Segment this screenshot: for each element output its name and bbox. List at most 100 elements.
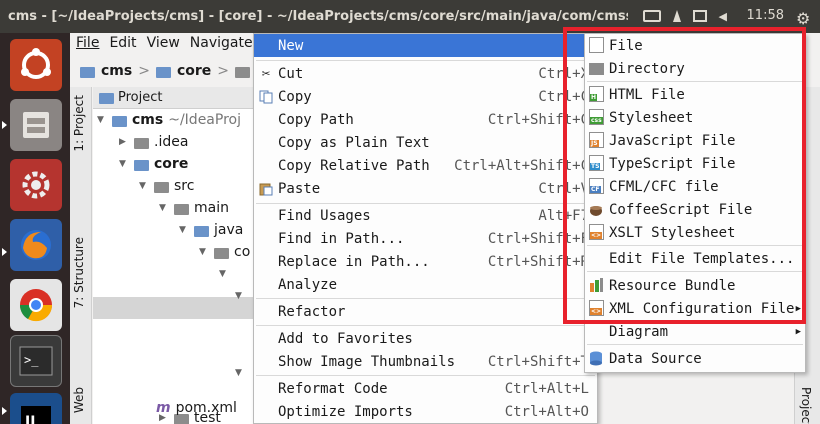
submenu-item-directory[interactable]: Directory — [585, 57, 805, 80]
menu-item-label: JavaScript File — [609, 132, 736, 149]
submenu-arrow-icon: ▶ — [795, 326, 801, 337]
submenu-item-html[interactable]: H HTML File — [585, 83, 805, 106]
html-file-icon: H — [589, 86, 604, 102]
tab-project[interactable]: 1: Project — [72, 95, 86, 152]
submenu-item-resource-bundle[interactable]: Resource Bundle — [585, 274, 805, 297]
tree-item[interactable]: m pom.xml — [156, 397, 237, 419]
menu-item-image-thumbnails[interactable]: Show Image Thumbnails Ctrl+Shift+T — [254, 350, 597, 373]
keyboard-icon[interactable] — [642, 9, 661, 22]
submenu-item-data-source[interactable]: Data Source — [585, 347, 805, 370]
tree-item[interactable]: ▼ — [219, 263, 229, 285]
ubuntu-icon[interactable] — [10, 39, 62, 91]
menu-item-copy-relative[interactable]: Copy Relative Path Ctrl+Alt+Shift+C — [254, 154, 597, 177]
submenu-item-coffeescript[interactable]: CoffeeScript File — [585, 198, 805, 221]
module-folder-icon — [134, 159, 149, 171]
tab-structure[interactable]: 7: Structure — [72, 237, 86, 308]
terminal-icon[interactable]: >_ — [10, 335, 62, 387]
menu-item-label: Add to Favorites — [278, 330, 413, 347]
menu-item-replace-in-path[interactable]: Replace in Path... Ctrl+Shift+R — [254, 250, 597, 273]
menu-item-copy[interactable]: Copy Ctrl+C — [254, 85, 597, 108]
expanded-arrow-icon: ▼ — [159, 203, 166, 213]
menu-item-copy-path[interactable]: Copy Path Ctrl+Shift+C — [254, 108, 597, 131]
submenu-item-file[interactable]: File — [585, 34, 805, 57]
tree-item[interactable]: ▼ src — [139, 175, 194, 197]
shortcut: Ctrl+Shift+F — [487, 230, 589, 247]
submenu-item-stylesheet[interactable]: css Stylesheet — [585, 106, 805, 129]
submenu-item-edit-templates[interactable]: Edit File Templates... — [585, 247, 805, 270]
menu-item-label: Find Usages — [278, 207, 371, 224]
folder-icon — [134, 137, 149, 149]
submenu-item-typescript[interactable]: TS TypeScript File — [585, 152, 805, 175]
power-gear-icon[interactable] — [796, 9, 812, 23]
window-title: cms - [~/IdeaProjects/cms] - [core] - ~/… — [8, 9, 628, 24]
tree-item[interactable]: ▼ co — [199, 241, 250, 263]
left-tool-strip: 1: Project 7: Structure Web — [70, 87, 92, 424]
menu-item-label: Resource Bundle — [609, 277, 736, 294]
submenu-item-xml-config[interactable]: <> XML Configuration File ▶ — [585, 297, 805, 320]
tree-item[interactable]: ▼ — [235, 285, 245, 307]
xslt-file-icon: <> — [589, 224, 604, 240]
top-panel: cms - [~/IdeaProjects/cms] - [core] - ~/… — [0, 0, 820, 33]
shortcut: Ctrl+Alt+O — [504, 403, 589, 420]
menu-item-refactor[interactable]: Refactor — [254, 300, 597, 323]
menu-file[interactable]: File — [76, 35, 99, 55]
menu-item-copy-plain[interactable]: Copy as Plain Text — [254, 131, 597, 154]
tree-item[interactable]: ▼ core — [119, 153, 188, 175]
submenu-item-javascript[interactable]: JS JavaScript File — [585, 129, 805, 152]
separator — [256, 325, 595, 326]
separator — [256, 60, 595, 61]
submenu-item-xslt[interactable]: <> XSLT Stylesheet — [585, 221, 805, 244]
menu-item-cut[interactable]: ✂ Cut Ctrl+X — [254, 62, 597, 85]
expanded-arrow-icon: ▼ — [235, 368, 242, 378]
menu-item-paste[interactable]: Paste Ctrl+V — [254, 177, 597, 200]
expanded-arrow-icon: ▼ — [219, 269, 226, 279]
menu-item-add-favorites[interactable]: Add to Favorites — [254, 327, 597, 350]
menu-item-find-in-path[interactable]: Find in Path... Ctrl+Shift+F — [254, 227, 597, 250]
tree-item[interactable]: ▼ java — [179, 219, 243, 241]
menu-navigate[interactable]: Navigate — [190, 35, 253, 55]
menu-item-reformat[interactable]: Reformat Code Ctrl+Alt+L — [254, 377, 597, 400]
menu-edit[interactable]: Edit — [109, 35, 136, 55]
submenu-item-diagram[interactable]: Diagram ▶ — [585, 320, 805, 343]
js-file-icon: JS — [589, 132, 604, 148]
menu-view[interactable]: View — [147, 35, 180, 55]
running-indicator — [2, 121, 7, 129]
menu-item-optimize-imports[interactable]: Optimize Imports Ctrl+Alt+O — [254, 400, 597, 423]
firefox-icon[interactable] — [10, 219, 62, 271]
intellij-icon[interactable]: IJ — [10, 393, 62, 424]
menu-item-label: Find in Path... — [278, 230, 405, 247]
menu-item-analyze[interactable]: Analyze — [254, 273, 597, 296]
file-badge: <> — [590, 232, 603, 239]
shortcut: Alt+F7 — [538, 207, 589, 224]
tree-item[interactable]: ▼ — [235, 362, 245, 384]
submenu-item-cfml[interactable]: CF CFML/CFC file — [585, 175, 805, 198]
breadcrumb-item[interactable]: cms — [101, 63, 132, 79]
chrome-icon[interactable] — [10, 279, 62, 331]
expanded-arrow-icon: ▼ — [235, 291, 242, 301]
menu-item-label: Analyze — [278, 276, 338, 293]
breadcrumb-item[interactable]: core — [177, 63, 211, 79]
volume-icon[interactable] — [719, 9, 735, 23]
clock[interactable]: 11:58 — [747, 8, 784, 23]
database-icon — [589, 350, 604, 366]
tree-item-label: java — [214, 222, 244, 238]
context-menu: New ✂ Cut Ctrl+X Copy Ctrl+C Copy Path Ctrl+… — [253, 33, 598, 424]
menu-item-label: Optimize Imports — [278, 403, 413, 420]
collapsed-arrow-icon: ▶ — [119, 137, 126, 147]
new-submenu: File Directory H HTML File css Styleshee… — [584, 33, 806, 373]
tree-item[interactable]: ▶ .idea — [119, 131, 188, 153]
network-icon[interactable] — [672, 9, 681, 22]
files-icon[interactable] — [10, 99, 62, 151]
breadcrumb-separator: > — [138, 63, 150, 79]
tab-web[interactable]: Web — [72, 387, 86, 413]
menu-item-label: CFML/CFC file — [609, 178, 719, 195]
mail-icon[interactable] — [692, 9, 707, 22]
settings-icon[interactable] — [10, 159, 62, 211]
tab-projects[interactable]: Projects — [799, 387, 813, 424]
menu-item-find-usages[interactable]: Find Usages Alt+F7 — [254, 204, 597, 227]
module-folder-icon — [112, 115, 127, 127]
menu-item-label: Copy Path — [278, 111, 354, 128]
tree-item[interactable]: ▼ cms ~/IdeaProj — [97, 109, 241, 131]
menu-item-new[interactable]: New — [254, 34, 597, 57]
tree-item[interactable]: ▼ main — [159, 197, 229, 219]
